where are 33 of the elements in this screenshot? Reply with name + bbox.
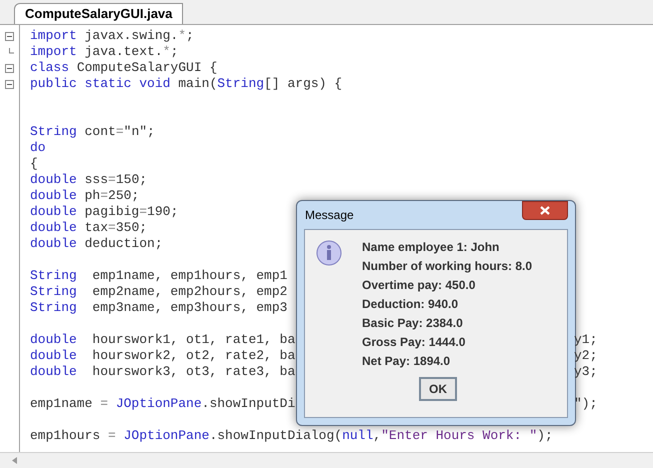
code-line: import javax.swing.*;	[30, 28, 194, 43]
file-tab[interactable]: ComputeSalaryGUI.java	[14, 3, 184, 24]
code-line: emp1hours = JOptionPane.showInputDialog(null,"Enter Hours Work: ");	[30, 428, 553, 443]
code-line: {	[30, 156, 38, 171]
code-line: public static void main(String[] args) {	[30, 76, 342, 91]
code-line: double hourswork2, ot2, rate2, ba	[30, 348, 296, 363]
info-icon	[316, 240, 342, 266]
code-line: do	[30, 140, 46, 155]
code-line: String emp3name, emp3hours, emp3	[30, 300, 288, 315]
code-line: double tax=350;	[30, 220, 148, 235]
message-line: Gross Pay: 1444.0	[362, 334, 466, 350]
code-line: double hourswork1, ot1, rate1, ba	[30, 332, 296, 347]
code-line: import java.text.*;	[30, 44, 178, 59]
ok-button[interactable]: OK	[419, 377, 457, 401]
code-line: String emp1name, emp1hours, emp1	[30, 268, 288, 283]
code-line: String cont="n";	[30, 124, 155, 139]
code-line: String emp2name, emp2hours, emp2	[30, 284, 288, 299]
code-line: double pagibig=190;	[30, 204, 178, 219]
message-line: Net Pay: 1894.0	[362, 353, 452, 369]
close-button[interactable]	[522, 201, 568, 220]
code-line: double hourswork3, ot3, rate3, ba	[30, 364, 296, 379]
message-line: Number of working hours: 8.0	[362, 258, 532, 274]
message-line: Deduction: 940.0	[362, 296, 460, 312]
close-icon	[540, 206, 550, 215]
code-line: emp1name = JOptionPane.showInputDi	[30, 396, 296, 411]
code-line: double sss=150;	[30, 172, 148, 187]
code-line: double deduction;	[30, 236, 163, 251]
dialog-title: Message	[304, 207, 354, 224]
code-line: double ph=250;	[30, 188, 140, 203]
message-line: Overtime pay: 450.0	[362, 277, 476, 293]
message-line: Name employee 1: John	[362, 239, 500, 255]
code-line: class ComputeSalaryGUI {	[30, 60, 218, 75]
message-line: Basic Pay: 2384.0	[362, 315, 464, 331]
